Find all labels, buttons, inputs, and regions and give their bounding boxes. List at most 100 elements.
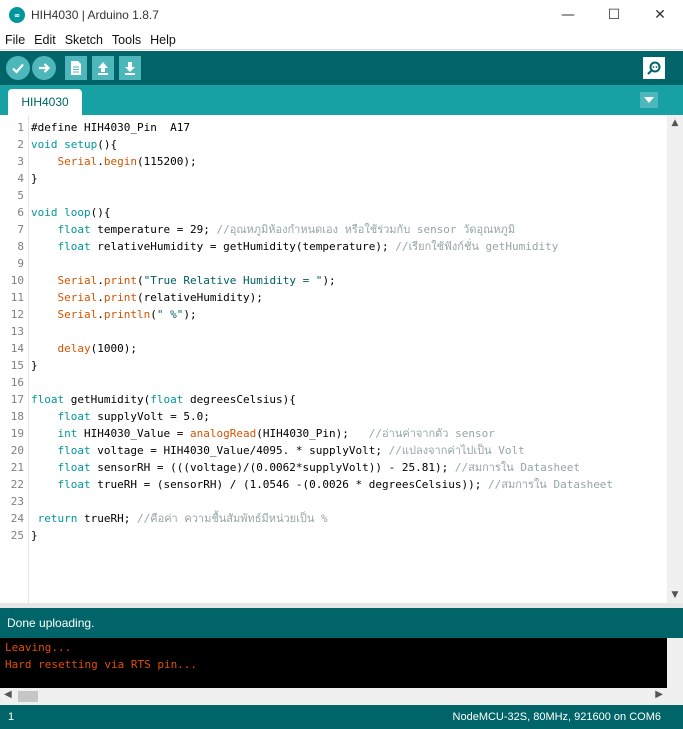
save-button[interactable]	[119, 56, 141, 80]
code-token: );	[322, 274, 336, 287]
code-line[interactable]: }	[31, 170, 38, 187]
code-line[interactable]: float voltage = HIH4030_Value/4095. * su…	[31, 442, 525, 459]
status-bar: Done uploading.	[0, 608, 683, 638]
code-token: }	[31, 359, 38, 372]
code-line[interactable]: void loop(){	[31, 204, 111, 221]
scroll-down-icon[interactable]: ▼	[667, 587, 683, 603]
open-button[interactable]	[92, 56, 114, 80]
line-number: 24	[10, 512, 24, 525]
code-line[interactable]: float supplyVolt = 5.0;	[31, 408, 210, 425]
cursor-line-number: 1	[8, 711, 15, 723]
code-token: //สมการใน Datasheet	[487, 478, 614, 491]
code-line[interactable]: int HIH4030_Value = analogRead(HIH4030_P…	[31, 425, 495, 442]
code-token: print	[103, 291, 137, 304]
code-line[interactable]: float trueRH = (sensorRH) / (1.0546 -(0.…	[31, 476, 614, 493]
close-button[interactable]: ✕	[637, 0, 683, 30]
line-number: 2	[17, 138, 24, 151]
console-output: Leaving... Hard resetting via RTS pin...	[0, 638, 683, 688]
scroll-up-icon[interactable]: ▲	[667, 115, 683, 131]
serial-monitor-button[interactable]	[643, 57, 665, 79]
code-token: " %"	[156, 308, 184, 321]
line-number: 13	[10, 325, 24, 338]
menu-sketch[interactable]: Sketch	[60, 33, 107, 47]
code-token: float	[150, 393, 184, 406]
tab-hih4030[interactable]: HIH4030	[8, 89, 82, 115]
line-number: 5	[17, 189, 24, 202]
code-line[interactable]: #define HIH4030_Pin A17	[31, 119, 190, 136]
code-token: }	[31, 529, 38, 542]
code-token: (	[137, 274, 144, 287]
menu-bar: File Edit Sketch Tools Help	[0, 30, 683, 50]
code-token: Serial	[57, 291, 98, 304]
code-line[interactable]: return trueRH; //คือค่า ความชื้นสัมพัทธ์…	[31, 510, 328, 527]
menu-edit[interactable]: Edit	[29, 33, 60, 47]
code-token: }	[31, 172, 38, 185]
horizontal-scroll-thumb[interactable]	[18, 691, 38, 702]
code-token: //อุณหภูมิห้องกำหนดเอง หรือใช้ร่วมกับ se…	[216, 223, 516, 236]
code-token: //สมการใน Datasheet	[454, 461, 580, 474]
code-line[interactable]: delay(1000);	[31, 340, 137, 357]
code-token: .	[97, 291, 104, 304]
code-line[interactable]: float relativeHumidity = getHumidity(tem…	[31, 238, 559, 255]
code-token: loop	[64, 206, 91, 219]
code-token: float	[57, 444, 91, 457]
line-number: 16	[10, 376, 24, 389]
code-line[interactable]: }	[31, 527, 38, 544]
scroll-left-icon[interactable]: ◀	[4, 689, 12, 700]
code-line[interactable]: float getHumidity(float degreesCelsius){	[31, 391, 296, 408]
line-number: 23	[10, 495, 24, 508]
code-line[interactable]: Serial.print("True Relative Humidity = "…	[31, 272, 336, 289]
code-line[interactable]: float sensorRH = (((voltage)/(0.0062*sup…	[31, 459, 580, 476]
line-number: 4	[17, 172, 24, 185]
tab-menu-button[interactable]	[640, 92, 658, 108]
code-token: Serial	[57, 155, 98, 168]
code-token: void	[31, 138, 58, 151]
line-number: 14	[10, 342, 24, 355]
new-icon	[71, 61, 81, 75]
code-token: voltage = HIH4030_Value/4095. * supplyVo…	[90, 444, 389, 457]
code-editor[interactable]: 1 2 3 4 5 6 7 8 9 10 11 12 13 14 15 16 17 18 19 20 21 22 23 24 2…	[0, 115, 683, 603]
editor-vertical-scrollbar[interactable]: ▲ ▼	[667, 115, 683, 603]
footer-bar: 1 NodeMCU-32S, 80MHz, 921600 on COM6	[0, 705, 683, 729]
code-line[interactable]: float temperature = 29; //อุณหภูมิห้องกำ…	[31, 221, 516, 238]
line-number: 9	[17, 257, 24, 270]
minimize-button[interactable]: —	[545, 0, 591, 30]
code-token: print	[103, 274, 137, 287]
menu-file[interactable]: File	[0, 33, 29, 47]
upload-button[interactable]	[32, 56, 56, 80]
code-line[interactable]: Serial.begin(115200);	[31, 153, 197, 170]
code-line[interactable]: Serial.print(relativeHumidity);	[31, 289, 263, 306]
code-token: float	[57, 410, 91, 423]
verify-button[interactable]	[6, 56, 30, 80]
scroll-right-icon[interactable]: ▶	[655, 689, 663, 700]
line-number: 25	[10, 529, 24, 542]
code-line[interactable]: void setup(){	[31, 136, 117, 153]
console-horizontal-scrollbar[interactable]: ◀ ▶	[0, 688, 683, 705]
maximize-button[interactable]: ☐	[591, 0, 637, 30]
menu-tools[interactable]: Tools	[107, 33, 145, 47]
code-token: float	[57, 240, 91, 253]
tab-bar: HIH4030	[0, 85, 683, 115]
line-number: 1	[17, 121, 24, 134]
code-area[interactable]: #define HIH4030_Pin A17 void setup(){ Ser…	[31, 115, 667, 603]
line-number: 22	[10, 478, 24, 491]
line-number: 8	[17, 240, 24, 253]
new-button[interactable]	[65, 56, 87, 80]
code-token: setup	[64, 138, 98, 151]
code-token: sensorRH = (((voltage)/(0.0062*supplyVol…	[90, 461, 455, 474]
console-vertical-scrollbar[interactable]	[667, 638, 683, 688]
code-token: supplyVolt = 5.0;	[90, 410, 210, 423]
code-token: degreesCelsius){	[183, 393, 296, 406]
code-line[interactable]: }	[31, 357, 38, 374]
code-token: getHumidity(	[64, 393, 151, 406]
menu-help[interactable]: Help	[145, 33, 180, 47]
code-line[interactable]: Serial.println(" %");	[31, 306, 197, 323]
